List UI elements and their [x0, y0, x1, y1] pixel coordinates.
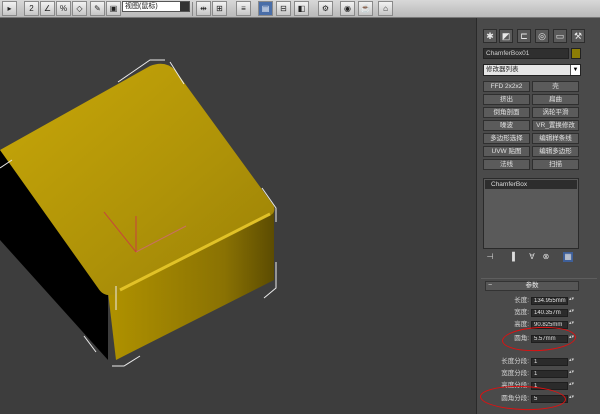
render-icon[interactable]: ☕	[358, 1, 373, 16]
main-toolbar: ▸ 2 ∠ % ◇ ✎ ▣ 视图(鼠标) ⇹ ⊞ ≡ ▤ ⊟ ◧ ⚙ ◉ ☕ ⌂	[0, 0, 600, 18]
command-panel: ✱ ◩ ⊏ ◎ ▭ ⚒ ChamferBox01 修改器列表 ▼ FFD 2x2…	[476, 18, 600, 414]
toolbar-separator	[192, 2, 193, 16]
modifier-list-dropdown[interactable]: 修改器列表 ▼	[483, 64, 581, 76]
pin-stack-icon[interactable]: ⊣	[485, 252, 495, 262]
param-label: 高度:	[514, 321, 529, 328]
param-width-segs: 宽度分段: 1 ▴▾	[481, 369, 581, 379]
fillet-segs-field[interactable]: 5	[531, 395, 568, 403]
snap-toggle-icon[interactable]: 2	[24, 1, 39, 16]
align-icon[interactable]: ⊞	[212, 1, 227, 16]
spinner-icon[interactable]: ▴▾	[569, 382, 574, 390]
remove-modifier-icon[interactable]: ⊗	[541, 252, 551, 262]
spinner-icon[interactable]: ▴▾	[569, 370, 574, 378]
teapot-icon[interactable]: ⌂	[378, 1, 393, 16]
param-label: 长度:	[514, 297, 529, 304]
parameters-rollout-header[interactable]: − 参数	[485, 281, 579, 291]
modifier-button[interactable]: UVW 贴图	[483, 146, 530, 157]
perspective-viewport[interactable]	[0, 18, 476, 414]
parameters-rollout: − 参数 长度: 134.955mm ▴▾ 宽度: 140.357m ▴▾ 高度…	[481, 278, 597, 414]
object-color-swatch[interactable]	[571, 48, 581, 59]
modifier-button[interactable]: 噪波	[483, 120, 530, 131]
spinner-icon[interactable]: ▴▾	[569, 358, 574, 366]
spinner-icon[interactable]: ▴▾	[569, 321, 574, 329]
height-field[interactable]: 90.825mm	[531, 321, 568, 329]
param-length: 长度: 134.955mm ▴▾	[481, 296, 581, 306]
chevron-down-icon: ▼	[570, 65, 580, 75]
length-field[interactable]: 134.955mm	[531, 297, 568, 305]
spinner-icon[interactable]: ▴▾	[569, 297, 574, 305]
named-selection-dropdown[interactable]: 视图(鼠标)	[122, 1, 190, 12]
select-icon[interactable]: ▸	[2, 1, 17, 16]
width-field[interactable]: 140.357m	[531, 309, 568, 317]
param-length-segs: 长度分段: 1 ▴▾	[481, 357, 581, 367]
param-width: 宽度: 140.357m ▴▾	[481, 308, 581, 318]
chevron-down-icon	[180, 2, 189, 11]
material-editor-icon[interactable]: ◧	[294, 1, 309, 16]
edit-named-selection-icon[interactable]: ✎	[90, 1, 105, 16]
modifier-button[interactable]: 编辑样条线	[532, 133, 579, 144]
param-label: 圆角分段:	[501, 395, 529, 402]
modifier-button[interactable]: FFD 2x2x2	[483, 81, 530, 92]
param-label: 高度分段:	[501, 382, 529, 389]
percent-snap-icon[interactable]: %	[56, 1, 71, 16]
width-segs-field[interactable]: 1	[531, 370, 568, 378]
modifier-button[interactable]: 扁曲	[532, 94, 579, 105]
angle-snap-icon[interactable]: ∠	[40, 1, 55, 16]
param-height: 高度: 90.825mm ▴▾	[481, 320, 581, 330]
layer-icon[interactable]: ≡	[236, 1, 251, 16]
display-tab-icon[interactable]: ▭	[553, 29, 567, 43]
modify-tab-icon[interactable]: ◩	[499, 29, 513, 43]
show-end-result-icon[interactable]: ▐	[507, 252, 517, 262]
modifier-button[interactable]: 挤出	[483, 94, 530, 105]
modifier-button[interactable]: 涡轮平滑	[532, 107, 579, 118]
param-height-segs: 高度分段: 1 ▴▾	[481, 381, 581, 391]
stack-toolbar: ⊣ ▐ ∀ ⊗ ▦	[483, 252, 579, 264]
utilities-tab-icon[interactable]: ⚒	[571, 29, 585, 43]
modifier-button[interactable]: 多边形选择	[483, 133, 530, 144]
modifier-button[interactable]: 壳	[532, 81, 579, 92]
modifier-stack[interactable]: ChamferBox	[483, 178, 579, 249]
curve-editor-icon[interactable]: ▤	[258, 1, 273, 16]
height-segs-field[interactable]: 1	[531, 382, 568, 390]
param-label: 宽度:	[514, 309, 529, 316]
spinner-snap-icon[interactable]: ◇	[72, 1, 87, 16]
schematic-icon[interactable]: ⊟	[276, 1, 291, 16]
create-tab-icon[interactable]: ✱	[483, 29, 497, 43]
spinner-icon[interactable]: ▴▾	[569, 395, 574, 403]
fillet-field[interactable]: 5.57mm	[531, 335, 568, 343]
object-name-field[interactable]: ChamferBox01	[483, 48, 569, 59]
rollout-title: 参数	[525, 282, 539, 289]
mirror-icon[interactable]: ⇹	[196, 1, 211, 16]
collapse-icon: −	[488, 282, 493, 289]
modifier-list-label: 修改器列表	[486, 66, 519, 73]
motion-tab-icon[interactable]: ◎	[535, 29, 549, 43]
modifier-button[interactable]: 倒角剖面	[483, 107, 530, 118]
param-fillet-segs: 圆角分段: 5 ▴▾	[481, 394, 581, 404]
named-selection-icon[interactable]: ▣	[106, 1, 121, 16]
param-label: 长度分段:	[501, 358, 529, 365]
render-setup-icon[interactable]: ⚙	[318, 1, 333, 16]
modifier-button[interactable]: 法线	[483, 159, 530, 170]
param-label: 圆角:	[514, 335, 529, 342]
rendered-frame-icon[interactable]: ◉	[340, 1, 355, 16]
param-fillet: 圆角: 5.57mm ▴▾	[481, 334, 581, 344]
configure-sets-icon[interactable]: ▦	[563, 252, 573, 262]
modifier-button[interactable]: VR_置换修改	[532, 120, 579, 131]
viewport-scene	[0, 59, 277, 367]
modifier-button[interactable]: 编辑多边形	[532, 146, 579, 157]
make-unique-icon[interactable]: ∀	[527, 252, 537, 262]
hierarchy-tab-icon[interactable]: ⊏	[517, 29, 531, 43]
param-label: 宽度分段:	[501, 370, 529, 377]
length-segs-field[interactable]: 1	[531, 358, 568, 366]
dropdown-value: 视图(鼠标)	[125, 3, 158, 10]
modifier-button[interactable]: 扫描	[532, 159, 579, 170]
spinner-icon[interactable]: ▴▾	[569, 335, 574, 343]
spinner-icon[interactable]: ▴▾	[569, 309, 574, 317]
stack-item-chamferbox[interactable]: ChamferBox	[485, 180, 577, 189]
